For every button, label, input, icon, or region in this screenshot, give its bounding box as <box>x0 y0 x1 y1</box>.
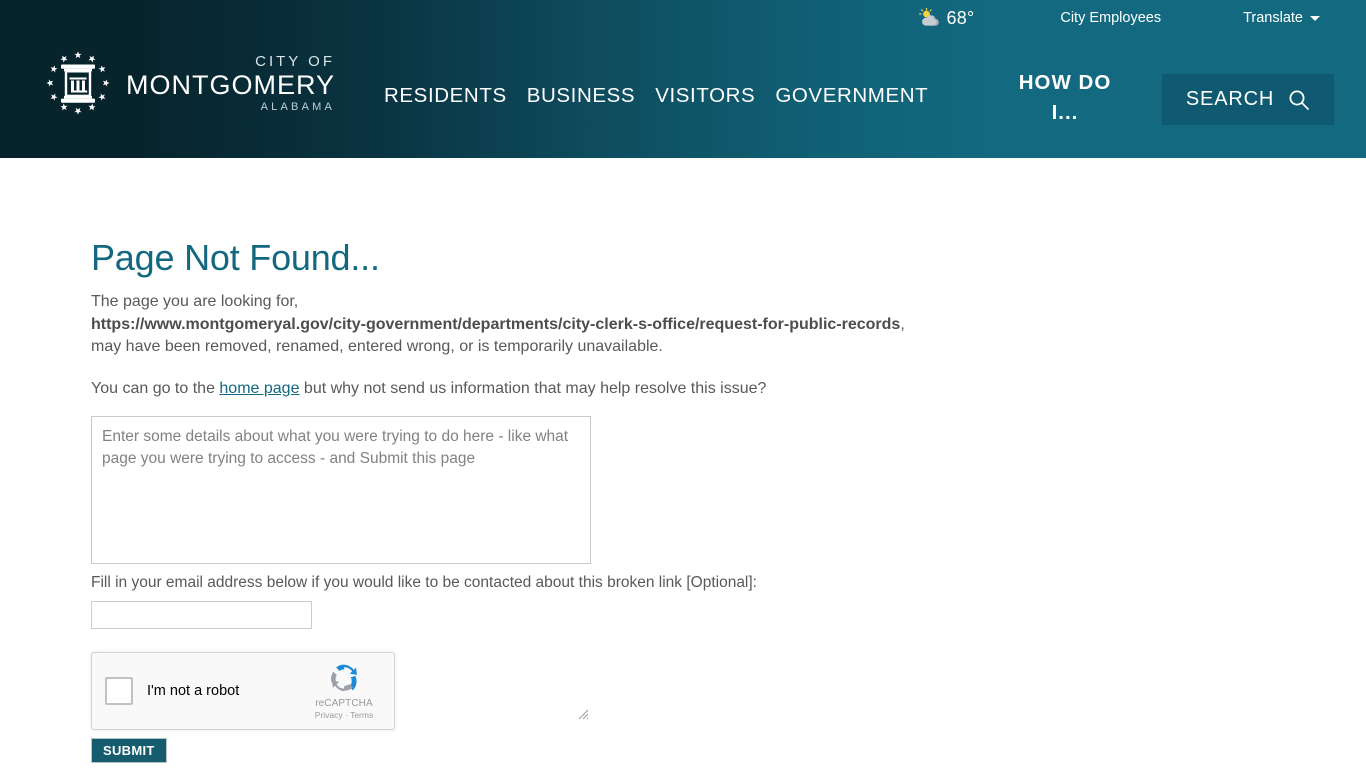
suggestion-prefix: You can go to the <box>91 380 220 397</box>
home-page-link[interactable]: home page <box>219 380 299 397</box>
logo-line-montgomery: MONTGOMERY <box>126 69 336 100</box>
weather-temperature: 68° <box>946 7 975 28</box>
chevron-down-icon <box>1310 15 1320 21</box>
logo-wordmark: CITY OF MONTGOMERY ALABAMA <box>126 54 335 113</box>
email-input[interactable] <box>91 601 312 629</box>
recaptcha-legal-links: Privacy · Terms <box>315 710 373 720</box>
recaptcha-branding: reCAPTCHA Privacy · Terms <box>305 663 383 720</box>
recaptcha-label: I'm not a robot <box>147 683 240 699</box>
error-description: The page you are looking for, https://ww… <box>91 291 1091 359</box>
recaptcha-privacy-link[interactable]: Privacy <box>315 710 343 720</box>
weather-widget[interactable]: 68° <box>918 8 975 29</box>
logo-line-city-of: CITY OF <box>255 52 336 70</box>
how-do-i-menu[interactable]: HOW DO I... <box>1006 68 1124 128</box>
details-textarea[interactable] <box>91 416 591 564</box>
nav-item-government[interactable]: GOVERNMENT <box>775 84 928 108</box>
page-title: Page Not Found... <box>91 237 380 278</box>
city-employees-link[interactable]: City Employees <box>1060 10 1161 26</box>
translate-dropdown[interactable]: Translate <box>1243 10 1320 26</box>
recaptcha-terms-link[interactable]: Terms <box>350 710 373 720</box>
email-field-label: Fill in your email address below if you … <box>91 574 757 591</box>
submit-button[interactable]: SUBMIT <box>91 738 167 763</box>
suggestion-suffix: but why not send us information that may… <box>299 380 767 397</box>
nav-item-business[interactable]: BUSINESS <box>527 84 635 108</box>
home-page-suggestion: You can go to the home page but why not … <box>91 378 766 400</box>
error-description-intro: The page you are looking for, <box>91 293 299 310</box>
error-description-outro: may have been removed, renamed, entered … <box>91 338 663 355</box>
montgomery-column-stars-icon <box>46 51 110 115</box>
main-navigation: RESIDENTS BUSINESS VISITORS GOVERNMENT <box>384 84 928 108</box>
search-icon <box>1289 90 1309 110</box>
broken-url: https://www.montgomeryal.gov/city-govern… <box>91 315 901 333</box>
translate-label: Translate <box>1243 10 1303 26</box>
nav-item-residents[interactable]: RESIDENTS <box>384 84 507 108</box>
recaptcha-logo-icon <box>331 664 357 691</box>
search-button-label: SEARCH <box>1185 88 1275 110</box>
recaptcha-checkbox[interactable] <box>105 677 133 705</box>
utility-bar: 68° City Employees Translate <box>0 0 1366 36</box>
logo-line-alabama: ALABAMA <box>260 100 336 113</box>
recaptcha-brand-name: reCAPTCHA <box>315 697 373 709</box>
search-button[interactable]: SEARCH <box>1162 74 1334 125</box>
url-comma: , <box>900 315 905 333</box>
nav-item-visitors[interactable]: VISITORS <box>655 84 755 108</box>
site-logo[interactable]: CITY OF MONTGOMERY ALABAMA <box>40 50 335 116</box>
textarea-resize-grip-icon <box>578 709 589 720</box>
recaptcha-widget[interactable]: I'm not a robot reCAPTCHA Privacy · Term… <box>91 652 395 730</box>
sun-behind-cloud-icon <box>918 8 939 26</box>
recaptcha-legal-separator: · <box>342 709 351 720</box>
site-header: 68° City Employees Translate CITY OF MON… <box>0 0 1366 158</box>
